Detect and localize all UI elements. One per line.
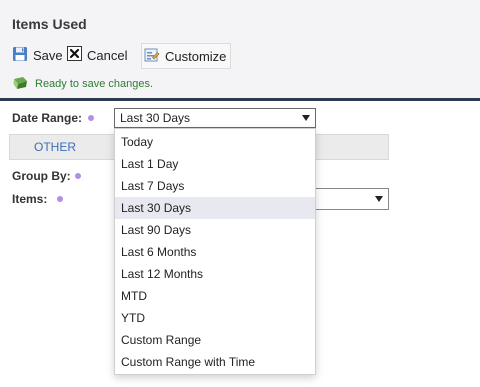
customize-icon [144, 47, 160, 66]
dropdown-option-mtd[interactable]: MTD [115, 285, 315, 307]
dropdown-option-custom-range-with-time[interactable]: Custom Range with Time [115, 351, 315, 373]
date-range-label: Date Range: [12, 111, 83, 125]
dropdown-option-custom-range[interactable]: Custom Range [115, 329, 315, 351]
status-message: Ready to save changes. [13, 76, 153, 92]
customize-label: Customize [165, 48, 227, 64]
chevron-down-icon [302, 115, 310, 121]
items-select[interactable] [312, 188, 389, 210]
date-range-dropdown: Today Last 1 Day Last 7 Days Last 30 Day… [114, 128, 316, 375]
required-dot-icon [57, 196, 63, 202]
status-text: Ready to save changes. [35, 78, 154, 90]
dropdown-option-last-30-days[interactable]: Last 30 Days [115, 197, 315, 219]
save-label: Save [33, 47, 63, 63]
chevron-down-icon [375, 196, 383, 202]
flag-icon [13, 76, 28, 92]
dropdown-option-last-6-months[interactable]: Last 6 Months [115, 241, 315, 263]
header-divider [0, 98, 480, 101]
dropdown-option-last-12-months[interactable]: Last 12 Months [115, 263, 315, 285]
dropdown-option-last-7-days[interactable]: Last 7 Days [115, 175, 315, 197]
panel-title: Items Used [12, 16, 87, 32]
dropdown-option-last-1-day[interactable]: Last 1 Day [115, 153, 315, 175]
save-button[interactable]: Save [12, 44, 63, 66]
tab-other[interactable]: OTHER [34, 140, 76, 154]
group-by-label: Group By: [12, 169, 71, 183]
floppy-disk-icon [12, 46, 28, 65]
dropdown-option-ytd[interactable]: YTD [115, 307, 315, 329]
required-dot-icon [75, 173, 81, 179]
cancel-label: Cancel [87, 47, 128, 63]
date-range-value: Last 30 Days [120, 111, 191, 125]
required-dot-icon [88, 115, 94, 121]
dropdown-option-today[interactable]: Today [115, 131, 315, 153]
panel-header: Items Used Save Cancel Customize Ready t… [0, 0, 480, 98]
date-range-select[interactable]: Last 30 Days [114, 108, 316, 128]
dropdown-option-last-90-days[interactable]: Last 90 Days [115, 219, 315, 241]
items-label: Items: [12, 192, 48, 206]
x-box-icon [67, 46, 82, 64]
customize-button[interactable]: Customize [141, 43, 232, 69]
cancel-button[interactable]: Cancel [67, 44, 127, 66]
